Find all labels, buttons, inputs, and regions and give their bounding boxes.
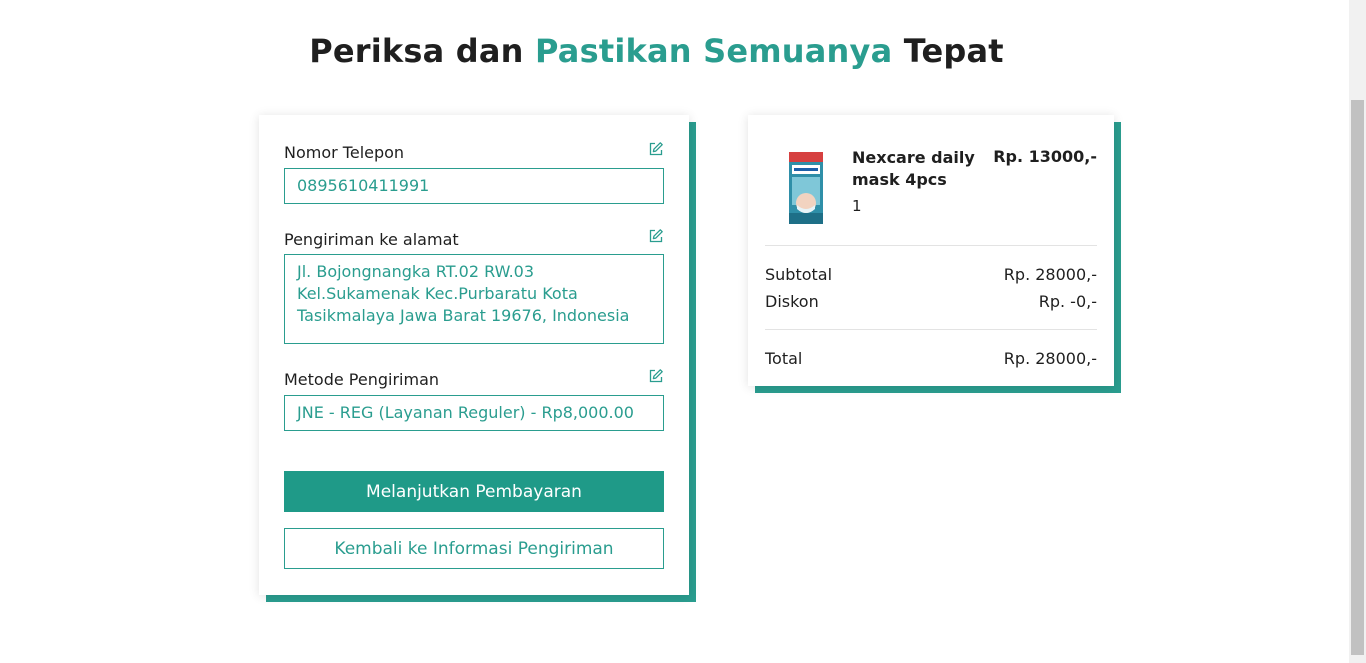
order-summary-card: Nexcare daily mask 4pcs 1 Rp. 13000,- Su… <box>748 115 1114 386</box>
divider <box>765 245 1097 246</box>
phone-label: Nomor Telepon <box>284 143 405 162</box>
total-value: Rp. 28000,- <box>1003 349 1097 368</box>
product-image <box>789 152 823 224</box>
back-to-shipping-info-button[interactable]: Kembali ke Informasi Pengiriman <box>284 528 664 569</box>
page-title-part1: Periksa dan <box>309 32 535 70</box>
edit-address-icon[interactable] <box>648 228 664 244</box>
phone-field[interactable]: 0895610411991 <box>284 168 664 204</box>
discount-label: Diskon <box>765 292 819 311</box>
product-price: Rp. 13000,- <box>993 147 1097 166</box>
address-field[interactable]: Jl. Bojongnangka RT.02 RW.03 Kel.Sukamen… <box>284 254 664 344</box>
edit-shipping-icon[interactable] <box>648 368 664 384</box>
divider <box>765 329 1097 330</box>
continue-to-payment-button[interactable]: Melanjutkan Pembayaran <box>284 471 664 512</box>
total-label: Total <box>765 349 803 368</box>
page-title: Periksa dan Pastikan Semuanya Tepat <box>0 32 1313 70</box>
address-label: Pengiriman ke alamat <box>284 230 459 249</box>
discount-value: Rp. -0,- <box>1038 292 1097 311</box>
product-name: Nexcare daily mask 4pcs <box>852 148 975 189</box>
page-title-part2: Tepat <box>892 32 1004 70</box>
subtotal-label: Subtotal <box>765 265 833 284</box>
shipping-review-card: Nomor Telepon 0895610411991 Pengiriman k… <box>259 115 689 595</box>
shipping-method-label: Metode Pengiriman <box>284 370 440 389</box>
shipping-method-field[interactable]: JNE - REG (Layanan Reguler) - Rp8,000.00 <box>284 395 664 431</box>
scrollbar-thumb[interactable] <box>1351 100 1364 655</box>
page-title-accent: Pastikan Semuanya <box>534 32 893 70</box>
edit-phone-icon[interactable] <box>648 141 664 157</box>
subtotal-value: Rp. 28000,- <box>1003 265 1097 284</box>
product-quantity: 1 <box>852 197 862 215</box>
